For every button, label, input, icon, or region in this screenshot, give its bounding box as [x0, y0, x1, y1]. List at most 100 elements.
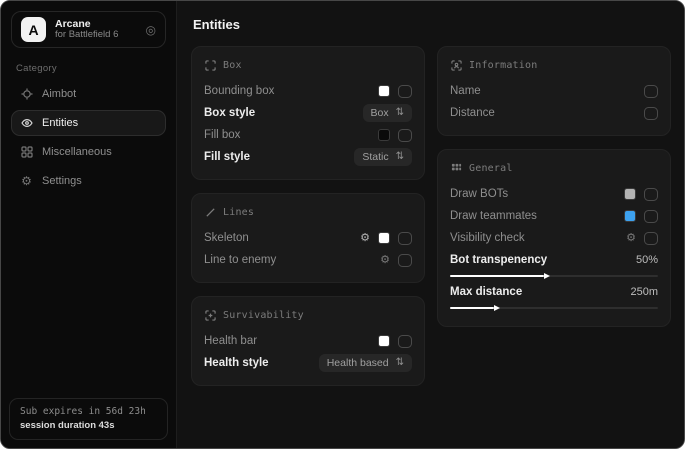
setting-row-distance: Distance — [450, 102, 658, 124]
setting-row-bounding-box: Bounding box — [204, 80, 412, 102]
page-title: Entities — [193, 17, 671, 32]
health-brackets-icon — [205, 310, 216, 321]
sidebar-item-label: Aimbot — [42, 88, 76, 100]
information-card: Information Name Distance — [437, 46, 671, 136]
skeleton-settings-gear-icon[interactable]: ⚙ — [360, 233, 370, 244]
lines-card: Lines Skeleton ⚙ Line to enemy ⚙ — [191, 193, 425, 283]
max-distance-slider-block: Max distance 250m — [450, 283, 658, 309]
session-duration-text: session duration 43s — [20, 420, 157, 431]
setting-label: Draw teammates — [450, 210, 537, 222]
line-to-enemy-settings-gear-icon[interactable]: ⚙ — [380, 255, 390, 266]
brand-action-icon[interactable]: ◎ — [146, 24, 156, 36]
box-card-title: Box — [223, 60, 242, 71]
dropdown-value: Health based — [327, 357, 389, 369]
gear-icon: ⚙ — [20, 175, 33, 187]
general-card: General Draw BOTs Draw teammates — [437, 149, 671, 327]
sidebar-item-aimbot[interactable]: Aimbot — [11, 81, 166, 107]
category-label: Category — [16, 63, 166, 74]
setting-label: Health bar — [204, 335, 257, 347]
survivability-card-title: Survivability — [223, 310, 304, 321]
setting-row-name: Name — [450, 80, 658, 102]
brand-card: A Arcane for Battlefield 6 ◎ — [11, 11, 166, 48]
line-to-enemy-checkbox[interactable] — [398, 254, 412, 267]
setting-row-skeleton: Skeleton ⚙ — [204, 227, 412, 249]
sidebar-item-label: Miscellaneous — [42, 146, 112, 158]
fill-box-checkbox[interactable] — [398, 129, 412, 142]
left-column: Box Bounding box Box style Box ⇅ — [191, 46, 425, 386]
color-swatch[interactable] — [378, 232, 390, 244]
diagonal-line-icon — [205, 207, 216, 218]
dropdown-value: Static — [362, 151, 388, 163]
bounding-box-checkbox[interactable] — [398, 85, 412, 98]
setting-row-box-style: Box style Box ⇅ — [204, 102, 412, 124]
bot-transparency-slider-block: Bot transpenency 50% — [450, 251, 658, 277]
name-checkbox[interactable] — [644, 85, 658, 98]
box-style-dropdown[interactable]: Box ⇅ — [363, 104, 412, 122]
sidebar-item-label: Entities — [42, 117, 78, 129]
chevron-updown-icon: ⇅ — [396, 108, 404, 118]
slider-fill — [450, 275, 544, 277]
sidebar-item-miscellaneous[interactable]: Miscellaneous — [11, 139, 166, 165]
subscription-footer: Sub expires in 56d 23h session duration … — [9, 398, 168, 440]
setting-row-visibility-check: Visibility check ⚙ — [450, 227, 658, 249]
lines-card-title: Lines — [223, 207, 254, 218]
survivability-card: Survivability Health bar Health style He… — [191, 296, 425, 386]
setting-label: Name — [450, 85, 481, 97]
max-distance-slider[interactable] — [450, 307, 658, 309]
setting-row-line-to-enemy: Line to enemy ⚙ — [204, 249, 412, 271]
slider-fill — [450, 307, 494, 309]
chevron-updown-icon: ⇅ — [396, 358, 404, 368]
visibility-check-checkbox[interactable] — [644, 232, 658, 245]
brand-subtitle: for Battlefield 6 — [55, 30, 137, 41]
bot-transparency-slider[interactable] — [450, 275, 658, 277]
color-swatch[interactable] — [624, 188, 636, 200]
slider-value: 250m — [630, 286, 658, 298]
sidebar: A Arcane for Battlefield 6 ◎ Category Ai… — [1, 1, 177, 448]
lines-card-header: Lines — [205, 207, 412, 218]
setting-row-fill-box: Fill box — [204, 124, 412, 146]
color-swatch[interactable] — [378, 129, 390, 141]
color-swatch[interactable] — [378, 85, 390, 97]
setting-label: Skeleton — [204, 232, 249, 244]
slider-value: 50% — [636, 254, 658, 266]
chevron-updown-icon: ⇅ — [396, 152, 404, 162]
information-card-title: Information — [469, 60, 537, 71]
box-corners-icon — [205, 60, 216, 71]
setting-label: Max distance — [450, 286, 522, 298]
sidebar-item-settings[interactable]: ⚙ Settings — [11, 168, 166, 194]
draw-bots-checkbox[interactable] — [644, 188, 658, 201]
setting-row-draw-teammates: Draw teammates — [450, 205, 658, 227]
eye-scan-icon — [20, 117, 33, 129]
setting-label: Health style — [204, 357, 269, 369]
setting-row-draw-bots: Draw BOTs — [450, 183, 658, 205]
survivability-card-header: Survivability — [205, 310, 412, 321]
box-card: Box Bounding box Box style Box ⇅ — [191, 46, 425, 180]
crosshair-icon — [20, 88, 33, 100]
skeleton-checkbox[interactable] — [398, 232, 412, 245]
person-scan-icon — [451, 60, 462, 71]
setting-label: Distance — [450, 107, 495, 119]
information-card-header: Information — [451, 60, 658, 71]
sidebar-item-entities[interactable]: Entities — [11, 110, 166, 136]
color-swatch[interactable] — [624, 210, 636, 222]
grid-dots-icon — [451, 163, 462, 174]
setting-label: Bot transpenency — [450, 254, 547, 266]
right-column: Information Name Distance — [437, 46, 671, 327]
setting-row-fill-style: Fill style Static ⇅ — [204, 146, 412, 168]
health-style-dropdown[interactable]: Health based ⇅ — [319, 354, 412, 372]
health-bar-checkbox[interactable] — [398, 335, 412, 348]
sidebar-item-label: Settings — [42, 175, 82, 187]
setting-label: Fill box — [204, 129, 240, 141]
visibility-check-settings-gear-icon[interactable]: ⚙ — [626, 233, 636, 244]
setting-label: Box style — [204, 107, 255, 119]
grid-icon — [20, 146, 33, 158]
box-card-header: Box — [205, 60, 412, 71]
draw-teammates-checkbox[interactable] — [644, 210, 658, 223]
general-card-title: General — [469, 163, 513, 174]
fill-style-dropdown[interactable]: Static ⇅ — [354, 148, 412, 166]
setting-row-health-style: Health style Health based ⇅ — [204, 352, 412, 374]
color-swatch[interactable] — [378, 335, 390, 347]
distance-checkbox[interactable] — [644, 107, 658, 120]
general-card-header: General — [451, 163, 658, 174]
arcane-window: A Arcane for Battlefield 6 ◎ Category Ai… — [0, 0, 685, 449]
